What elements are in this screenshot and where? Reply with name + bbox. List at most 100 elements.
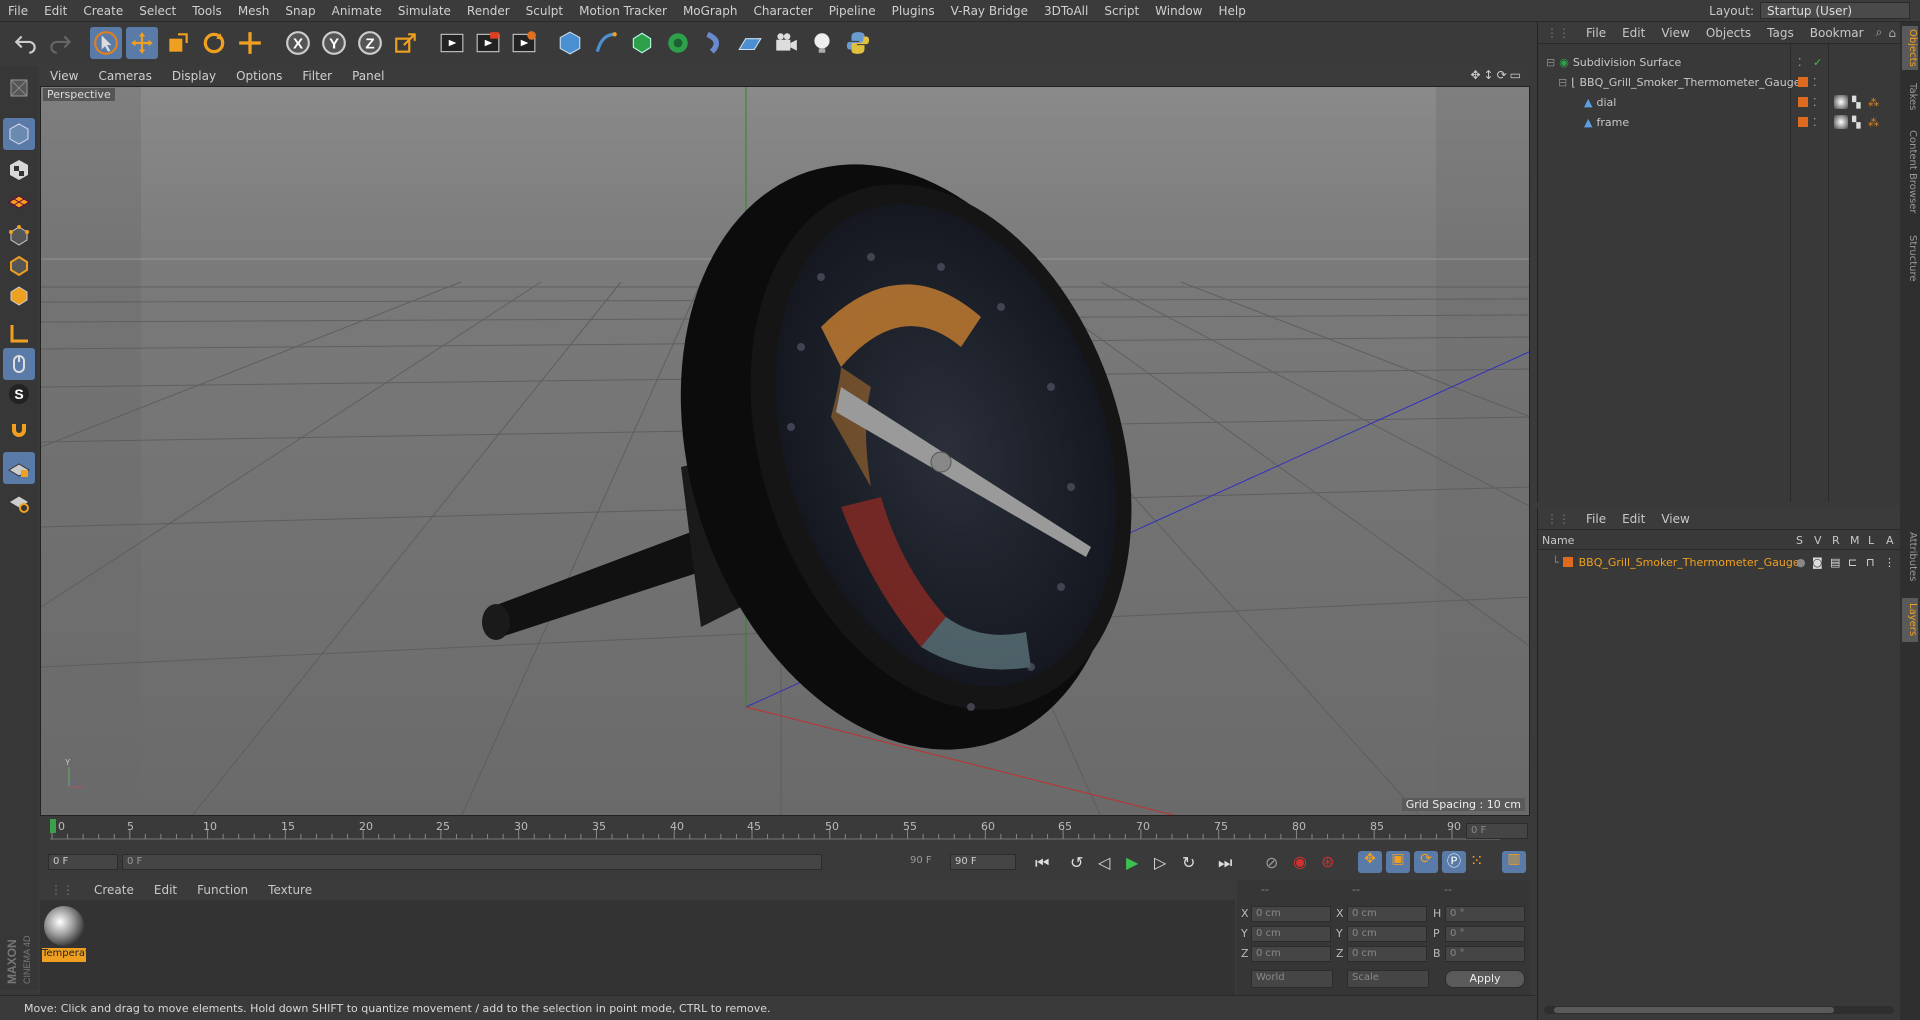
menu-sculpt[interactable]: Sculpt — [518, 4, 571, 18]
lock-workplane-icon[interactable] — [3, 452, 35, 484]
key-parameter-icon[interactable]: Ⓟ — [1442, 851, 1466, 873]
menu-character[interactable]: Character — [745, 4, 820, 18]
material-swatch[interactable]: Temperat — [42, 906, 86, 964]
go-to-end-icon[interactable]: ⏭ — [1218, 853, 1232, 873]
points-mode-icon[interactable] — [3, 220, 35, 252]
view-toggle-icon[interactable]: ◙ — [1812, 556, 1823, 569]
object-menu-file[interactable]: File — [1578, 26, 1614, 40]
start-frame-field[interactable]: 0 F — [48, 854, 118, 870]
layer-menu-edit[interactable]: Edit — [1614, 512, 1653, 526]
subdivision-surface-icon[interactable] — [626, 27, 658, 59]
playhead[interactable] — [50, 819, 56, 833]
menu-snap[interactable]: Snap — [277, 4, 323, 18]
tab-layers[interactable]: Layers — [1902, 598, 1918, 642]
redo-icon[interactable] — [44, 27, 76, 59]
scale-icon[interactable] — [162, 27, 194, 59]
render-toggle-icon[interactable]: ▤ — [1830, 556, 1840, 569]
next-frame-icon[interactable]: ▷ — [1154, 853, 1166, 872]
pen-spline-icon[interactable] — [590, 27, 622, 59]
magnet-icon[interactable] — [3, 416, 35, 448]
material-menu-edit[interactable]: Edit — [144, 883, 187, 897]
menu-vray-bridge[interactable]: V-Ray Bridge — [943, 4, 1036, 18]
timeline-window-icon[interactable]: ▥ — [1502, 851, 1526, 873]
object-row[interactable]: ⊟ ⌊ BBQ_Grill_Smoker_Thermometer_Gauge ⁚ — [1538, 72, 1901, 92]
end-frame-field[interactable]: 90 F — [950, 854, 1016, 870]
record-icon[interactable]: ◉ — [1293, 852, 1307, 871]
layer-color-swatch[interactable] — [1798, 97, 1808, 107]
rotation-h-field[interactable]: 0 ° — [1445, 906, 1525, 922]
menu-plugins[interactable]: Plugins — [884, 4, 943, 18]
planar-workplane-icon[interactable] — [3, 486, 35, 518]
layout-dropdown[interactable]: Startup (User) — [1760, 2, 1910, 19]
rotation-p-field[interactable]: 0 ° — [1445, 926, 1525, 942]
expand-icon[interactable]: ⊟ — [1558, 76, 1567, 89]
snap-icon[interactable]: S — [3, 378, 35, 410]
python-icon[interactable] — [842, 27, 874, 59]
object-name[interactable]: frame — [1596, 116, 1629, 129]
frame-range-slider[interactable]: 0 F — [122, 854, 822, 870]
object-menu-tags[interactable]: Tags — [1759, 26, 1802, 40]
go-to-start-icon[interactable]: ⏮ — [1035, 853, 1049, 873]
menu-animate[interactable]: Animate — [324, 4, 390, 18]
previous-key-icon[interactable]: ↺ — [1070, 853, 1083, 872]
viewport-menu-cameras[interactable]: Cameras — [88, 69, 161, 83]
visibility-dots-icon[interactable]: ⁚ — [1798, 56, 1802, 69]
timeline-ruler[interactable]: 0 5 10 15 20 25 30 35 40 45 50 55 60 65 … — [40, 817, 1530, 843]
menu-help[interactable]: Help — [1210, 4, 1253, 18]
polygons-mode-icon[interactable] — [3, 280, 35, 312]
auto-keying-icon[interactable]: ⊛ — [1321, 852, 1334, 871]
current-frame-field[interactable]: 0 F — [1466, 823, 1528, 839]
render-view-icon[interactable] — [436, 27, 468, 59]
position-z-field[interactable]: 0 cm — [1251, 946, 1331, 962]
tweak-mode-icon[interactable] — [3, 348, 35, 380]
apply-button[interactable]: Apply — [1445, 970, 1525, 988]
cube-icon[interactable] — [554, 27, 586, 59]
home-icon[interactable]: ⌂ — [1886, 26, 1898, 40]
light-icon[interactable] — [806, 27, 838, 59]
visibility-dots-icon[interactable]: ⁚ — [1813, 96, 1817, 109]
layer-row[interactable]: └ BBQ_Grill_Smoker_Thermometer_Gauge ● ◙… — [1538, 552, 1901, 572]
animation-toggle-icon[interactable]: ⋮ — [1884, 556, 1895, 569]
checker-tag-icon[interactable]: ▚ — [1852, 116, 1860, 129]
menu-mesh[interactable]: Mesh — [230, 4, 278, 18]
y-axis-icon[interactable]: Y — [318, 27, 350, 59]
viewport-menu-options[interactable]: Options — [226, 69, 292, 83]
render-settings-icon[interactable] — [508, 27, 540, 59]
rotation-b-field[interactable]: 0 ° — [1445, 946, 1525, 962]
enabled-check-icon[interactable]: ✓ — [1813, 56, 1822, 69]
object-menu-edit[interactable]: Edit — [1614, 26, 1653, 40]
key-pla-icon[interactable]: ⁙ — [1470, 851, 1483, 870]
layer-name[interactable]: BBQ_Grill_Smoker_Thermometer_Gauge — [1579, 556, 1800, 569]
position-y-field[interactable]: 0 cm — [1251, 926, 1331, 942]
size-z-field[interactable]: 0 cm — [1347, 946, 1427, 962]
viewport-menu-view[interactable]: View — [40, 69, 88, 83]
size-mode-dropdown[interactable]: Scale — [1347, 970, 1429, 988]
next-key-icon[interactable]: ↻ — [1182, 853, 1195, 872]
menu-window[interactable]: Window — [1147, 4, 1210, 18]
menu-render[interactable]: Render — [459, 4, 518, 18]
move-icon[interactable] — [126, 27, 158, 59]
viewport-menu-filter[interactable]: Filter — [292, 69, 342, 83]
layer-color-swatch[interactable] — [1798, 117, 1808, 127]
menu-pipeline[interactable]: Pipeline — [821, 4, 884, 18]
floor-icon[interactable] — [734, 27, 766, 59]
material-tag-icon[interactable] — [1834, 95, 1848, 109]
phong-tag-icon[interactable]: ⁂ — [1868, 96, 1879, 109]
object-menu-objects[interactable]: Objects — [1698, 26, 1759, 40]
key-rotation-icon[interactable]: ⟳ — [1414, 851, 1438, 873]
undo-icon[interactable] — [10, 27, 42, 59]
workplane-mode-icon[interactable] — [3, 184, 35, 216]
render-picture-viewer-icon[interactable] — [472, 27, 504, 59]
material-menu-create[interactable]: Create — [84, 883, 144, 897]
previous-frame-icon[interactable]: ◁ — [1098, 853, 1110, 872]
layer-menu-view[interactable]: View — [1653, 512, 1697, 526]
x-axis-icon[interactable]: X — [282, 27, 314, 59]
position-x-field[interactable]: 0 cm — [1251, 906, 1331, 922]
scrollbar-thumb[interactable] — [1554, 1007, 1834, 1013]
texture-mode-icon[interactable] — [3, 154, 35, 186]
object-row[interactable]: ⊟ ◉ Subdivision Surface ⁚ ✓ — [1538, 52, 1901, 72]
object-row[interactable]: ▲ dial ⁚ ▚ ⁂ — [1538, 92, 1901, 112]
tab-content-browser[interactable]: Content Browser — [1902, 122, 1918, 222]
visibility-dots-icon[interactable]: ⁚ — [1813, 76, 1817, 89]
menu-file[interactable]: File — [0, 4, 36, 18]
